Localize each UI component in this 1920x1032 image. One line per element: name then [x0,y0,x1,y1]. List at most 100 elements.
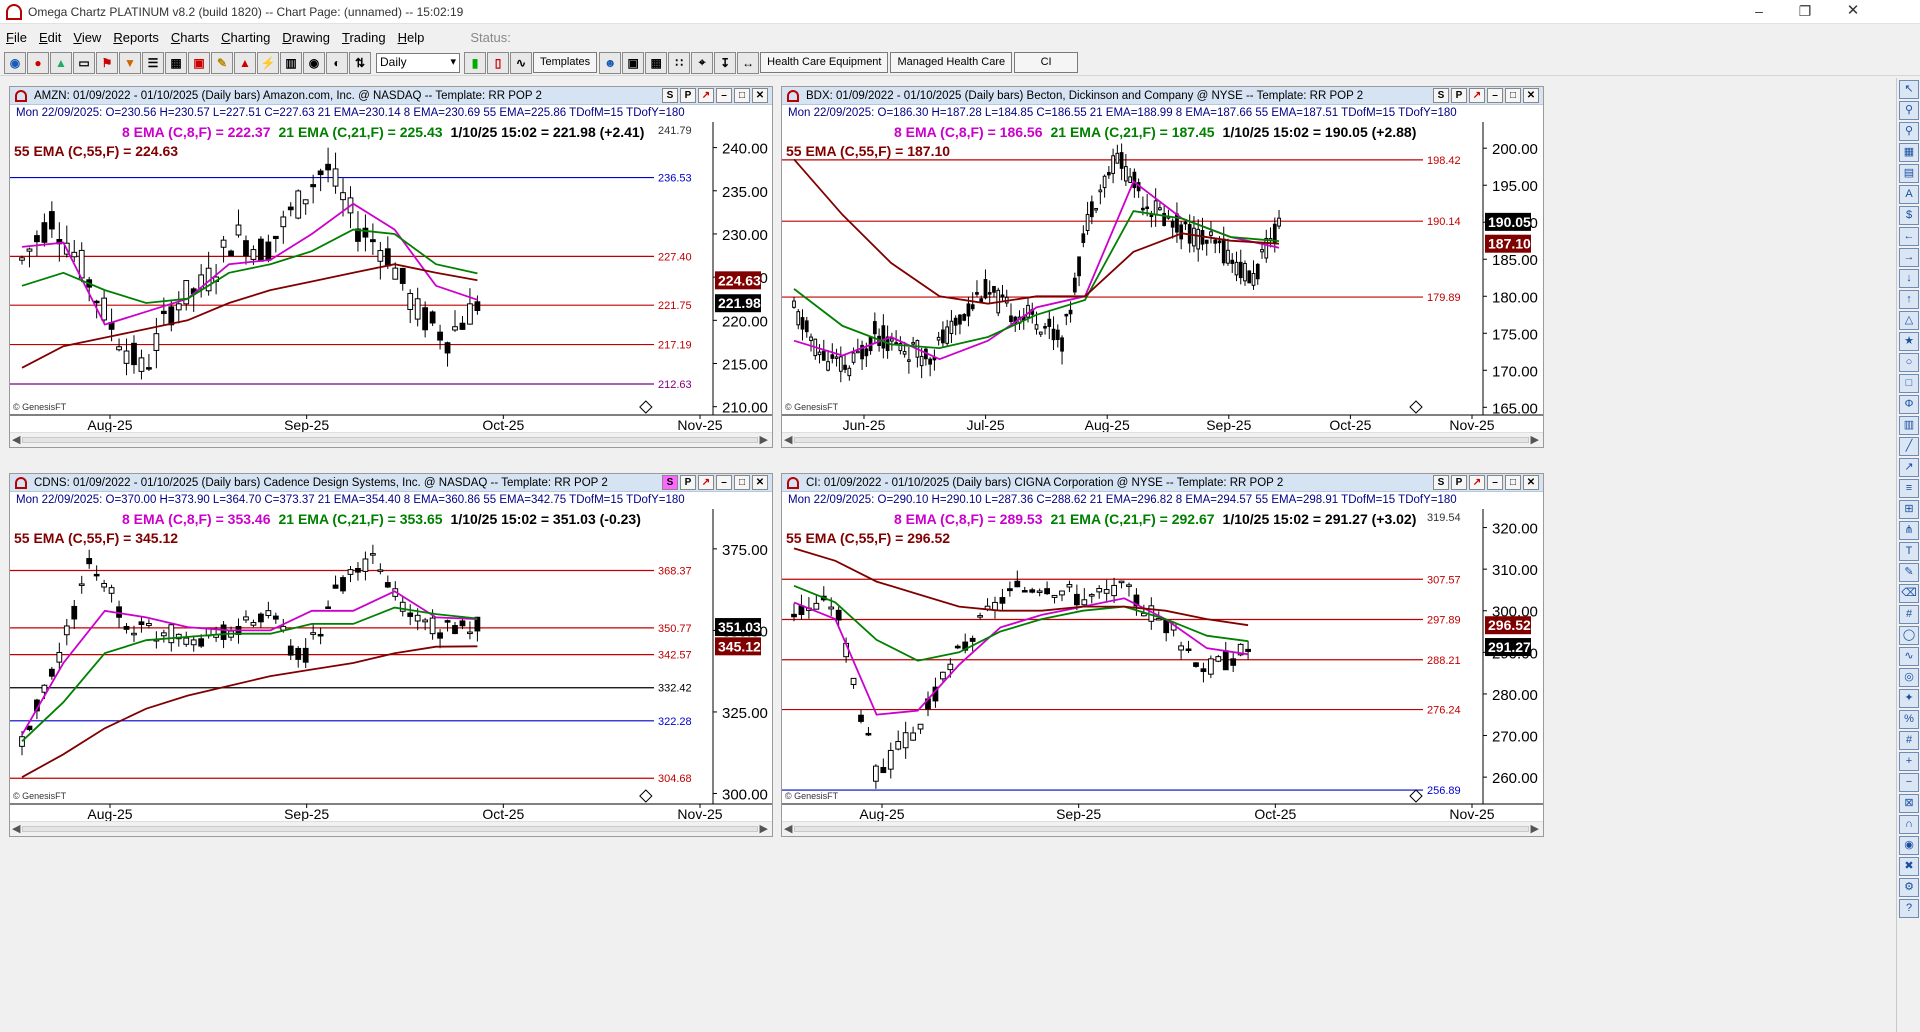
circle-icon[interactable]: ○ [1899,353,1919,372]
templates-button[interactable]: Templates [533,52,598,73]
note-icon[interactable]: ✎ [1899,563,1919,582]
panel-maximize-icon[interactable]: □ [1505,88,1521,103]
menu-charting[interactable]: Charting [215,30,276,45]
scan-icon[interactable]: ▣ [188,51,210,74]
pitchfork-icon[interactable]: ⋔ [1899,521,1919,540]
list-icon[interactable]: ☰ [142,51,164,74]
price-chart[interactable]: 240.00235.00230.00225.00220.00215.00210.… [10,122,772,433]
popout-icon[interactable]: ↗ [698,88,714,103]
scroll-left-icon[interactable]: ◀ [12,433,20,446]
line-chart-icon[interactable]: ∿ [510,51,532,74]
menu-file[interactable]: File [0,30,33,45]
popout-icon[interactable]: ↗ [698,475,714,490]
hash-icon[interactable]: # [1899,731,1919,750]
panel-minimize-icon[interactable]: – [716,475,732,490]
plus-icon[interactable]: + [1899,752,1919,771]
bars-icon[interactable]: ▥ [1899,416,1919,435]
calendar-icon[interactable]: ▤ [1899,164,1919,183]
ellipse-icon[interactable]: ◯ [1899,626,1919,645]
minus-icon[interactable]: − [1899,773,1919,792]
menu-help[interactable]: Help [392,30,431,45]
restore-icon[interactable]: ❐ [1782,0,1828,24]
panel-minimize-icon[interactable]: – [716,88,732,103]
filter-icon[interactable]: ▼ [119,51,141,74]
scroll-thumb[interactable] [22,437,758,443]
eraser-icon[interactable]: ⌫ [1899,584,1919,603]
panel-minimize-icon[interactable]: – [1487,475,1503,490]
print-button[interactable]: P [1451,475,1467,490]
zoom-icon[interactable]: ⚲ [1899,101,1919,120]
arrow-down-icon[interactable]: ↓ [1899,269,1919,288]
panel-maximize-icon[interactable]: □ [734,88,750,103]
horizontal-scrollbar[interactable]: ◀ ▶ [10,821,772,836]
scroll-left-icon[interactable]: ◀ [784,433,792,446]
chart-up-icon[interactable]: ▲ [234,51,256,74]
chart-panel-ci[interactable]: CI: 01/09/2022 - 01/10/2025 (Daily bars)… [781,473,1544,837]
scroll-right-icon[interactable]: ▶ [1531,433,1539,446]
horizontal-scrollbar[interactable]: ◀ ▶ [782,432,1543,447]
scroll-left-icon[interactable]: ◀ [784,822,792,835]
event-marker-icon[interactable] [639,400,653,414]
menu-edit[interactable]: Edit [33,30,67,45]
event-marker-icon[interactable] [1409,400,1423,414]
dots-grid-icon[interactable]: ∷ [668,51,691,74]
cursor-icon[interactable]: ↖ [1899,80,1919,99]
popout-icon[interactable]: ↗ [1469,88,1485,103]
scroll-right-icon[interactable]: ▶ [1531,822,1539,835]
traffic-light-icon[interactable]: ● [27,51,49,74]
scroll-right-icon[interactable]: ▶ [760,822,768,835]
sort-icon[interactable]: ⇅ [349,51,371,74]
print-button[interactable]: P [1451,88,1467,103]
split-icon[interactable]: ↧ [714,51,737,74]
event-marker-icon[interactable] [1409,789,1423,803]
tab-health-care-equipment[interactable]: Health Care Equipment [760,52,889,73]
scan-button[interactable]: S [662,88,678,103]
page-icon[interactable]: ▭ [73,51,95,74]
ema-line-55[interactable] [793,158,1280,305]
panel-close-icon[interactable]: ✕ [1523,88,1539,103]
zoom-out-icon[interactable]: ⚲ [1899,122,1919,141]
gann-icon[interactable]: ⊞ [1899,500,1919,519]
lock-icon[interactable]: ⊠ [1899,794,1919,813]
close-icon[interactable]: ✕ [1830,0,1876,24]
popout-icon[interactable]: ↗ [1469,475,1485,490]
panel-maximize-icon[interactable]: □ [1505,475,1521,490]
menu-charts[interactable]: Charts [165,30,215,45]
arrow-up-icon[interactable]: ↑ [1899,290,1919,309]
panel-maximize-icon[interactable]: □ [734,475,750,490]
cycle-icon[interactable]: ◎ [1899,668,1919,687]
panel-close-icon[interactable]: ✕ [752,88,768,103]
channel-icon[interactable]: ≡ [1899,479,1919,498]
panel-close-icon[interactable]: ✕ [752,475,768,490]
triangle-icon[interactable]: △ [1899,311,1919,330]
magnet-icon[interactable]: ∩ [1899,815,1919,834]
horizontal-scrollbar[interactable]: ◀ ▶ [10,432,772,447]
grid-icon[interactable]: ▦ [165,51,187,74]
letter-icon[interactable]: A [1899,185,1919,204]
price-chart[interactable]: 200.00195.00190.00185.00180.00175.00170.… [782,122,1543,433]
eye-icon[interactable]: ◉ [1899,836,1919,855]
globe-icon[interactable]: ◉ [4,51,26,74]
candle-chart-icon[interactable]: ▯ [487,51,509,74]
scan-button[interactable]: S [1433,88,1449,103]
panel-close-icon[interactable]: ✕ [1523,475,1539,490]
scroll-thumb[interactable] [22,826,758,832]
settings-icon[interactable]: ⚙ [1899,878,1919,897]
dollar-icon[interactable]: $ [1899,206,1919,225]
layers-icon[interactable]: ▦ [1899,143,1919,162]
lightning-icon[interactable]: ⚡ [257,51,279,74]
ship-icon[interactable]: ▲ [50,51,72,74]
square-icon[interactable]: □ [1899,374,1919,393]
star-icon[interactable]: ★ [1899,332,1919,351]
record-icon[interactable]: ◉ [303,51,325,74]
contrast-icon[interactable]: ◐ [326,51,348,74]
bar-chart-icon[interactable]: ▮ [464,51,486,74]
people-icon[interactable]: ☻ [599,51,622,74]
marker-icon[interactable]: ✦ [1899,689,1919,708]
crosshair-icon[interactable]: ⌖ [691,51,714,74]
chart-panel-cdns[interactable]: CDNS: 01/09/2022 - 01/10/2025 (Daily bar… [9,473,773,837]
fib-icon[interactable]: Φ [1899,395,1919,414]
tab-managed-health-care[interactable]: Managed Health Care [890,52,1013,73]
scroll-right-icon[interactable]: ▶ [760,433,768,446]
ema-line-8[interactable] [793,597,1249,716]
